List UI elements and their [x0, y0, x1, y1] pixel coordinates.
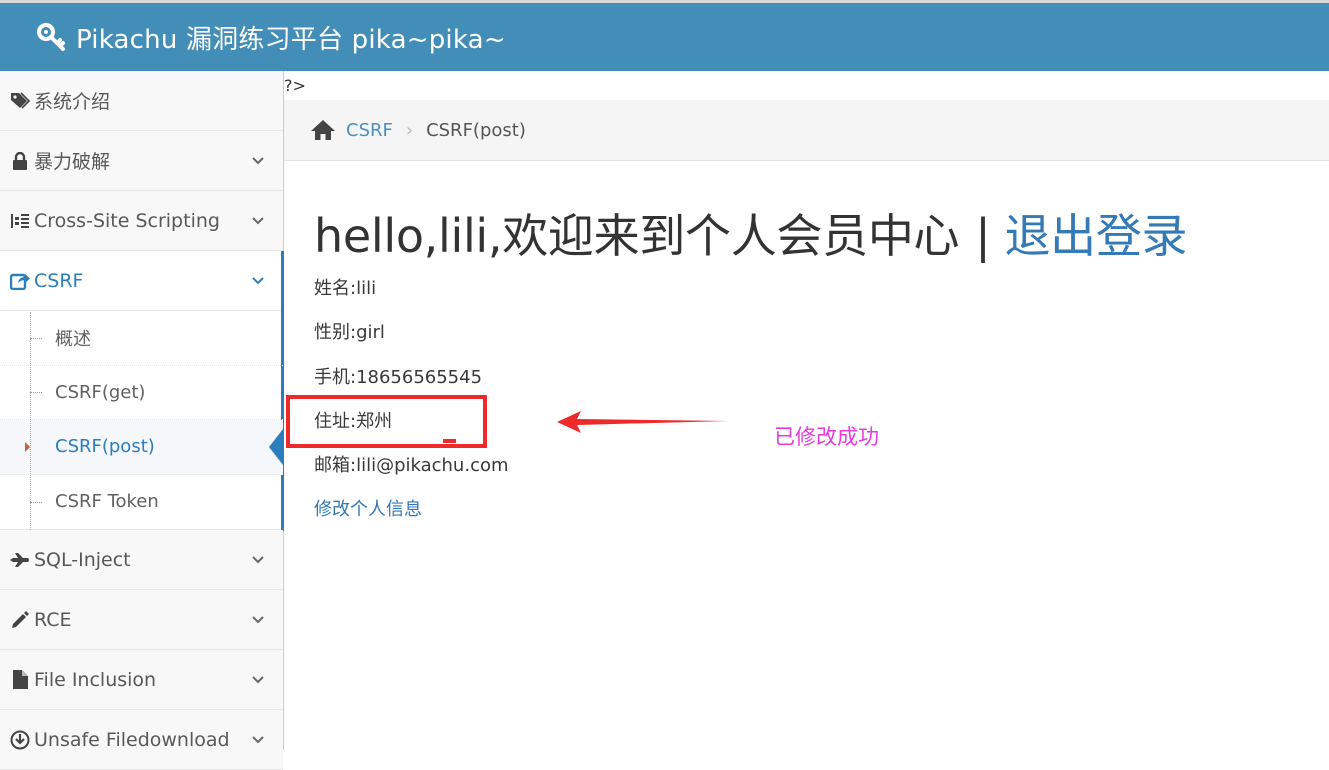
- edit-profile-link[interactable]: 修改个人信息: [314, 495, 422, 521]
- chevron-down-icon: [252, 615, 264, 623]
- php-tag-text: ?>: [284, 76, 306, 95]
- sidebar-item-label: 暴力破解: [34, 151, 111, 173]
- sidebar-item-label: Unsafe Filedownload: [34, 728, 230, 751]
- sidebar-item-label: CSRF: [34, 269, 84, 292]
- breadcrumb-link-csrf[interactable]: CSRF: [346, 120, 393, 141]
- active-pointer: [269, 428, 283, 465]
- submenu-item-csrf-post[interactable]: CSRF(post): [0, 420, 283, 475]
- sidebar-item-label: SQL-Inject: [34, 548, 131, 571]
- breadcrumb: CSRF › CSRF(post): [284, 100, 1329, 161]
- breadcrumb-current: CSRF(post): [426, 119, 526, 141]
- sidebar-item-csrf[interactable]: CSRF: [0, 251, 284, 531]
- highlight-box: [286, 395, 487, 448]
- sidebar: 系统介绍 暴力破解 Cross-Site Scripting CSRF 概述 C…: [0, 71, 284, 770]
- breadcrumb-separator-icon: ›: [405, 119, 414, 141]
- sidebar-item-sqli[interactable]: SQL-Inject: [0, 530, 283, 590]
- profile-email: 邮箱:lili@pikachu.com: [314, 455, 509, 476]
- download-icon: [9, 729, 31, 751]
- logout-link[interactable]: 退出登录: [1004, 209, 1187, 263]
- submenu-item-label: CSRF(post): [55, 436, 155, 458]
- lock-icon: [9, 150, 31, 172]
- brand-title[interactable]: Pikachu 漏洞练习平台 pika~pika~: [76, 19, 506, 56]
- submenu-tree-line: [30, 312, 31, 530]
- file-icon: [9, 669, 31, 691]
- chevron-down-icon: [252, 216, 264, 224]
- submenu-item-csrf-get[interactable]: CSRF(get): [0, 366, 283, 420]
- sidebar-item-label: RCE: [34, 608, 72, 631]
- sidebar-item-unsafe-download[interactable]: Unsafe Filedownload: [0, 710, 283, 770]
- home-icon[interactable]: [310, 119, 336, 141]
- key-icon: [36, 22, 66, 52]
- submenu-item-overview[interactable]: 概述: [0, 311, 283, 366]
- annotation-text: 已修改成功: [774, 425, 879, 449]
- share-icon: [9, 270, 31, 292]
- red-arrow-icon: [557, 411, 728, 433]
- top-navbar: Pikachu 漏洞练习平台 pika~pika~: [0, 0, 1329, 71]
- csrf-submenu: 概述 CSRF(get) CSRF(post) CSRF Token: [0, 311, 283, 530]
- highlight-mark: [443, 439, 456, 443]
- chevron-down-icon: [252, 675, 264, 683]
- sidebar-item-label: File Inclusion: [34, 668, 157, 691]
- chevron-down-icon: [252, 735, 264, 743]
- submenu-item-label: 概述: [55, 328, 91, 350]
- chevron-down-icon: [252, 555, 264, 563]
- submenu-item-csrf-token[interactable]: CSRF Token: [0, 475, 283, 530]
- list-indent-icon: [9, 210, 31, 232]
- profile-phone: 手机:18656565545: [314, 367, 483, 388]
- welcome-heading: hello,lili,欢迎来到个人会员中心 | 退出登录: [314, 200, 1188, 266]
- submenu-item-label: CSRF Token: [55, 491, 159, 513]
- pencil-icon: [9, 609, 31, 631]
- sidebar-item-label: 系统介绍: [34, 91, 111, 113]
- sidebar-item-xss[interactable]: Cross-Site Scripting: [0, 191, 283, 251]
- sidebar-item-label: Cross-Site Scripting: [34, 209, 220, 232]
- welcome-text: hello,lili,欢迎来到个人会员中心: [314, 209, 960, 263]
- sidebar-item-bruteforce[interactable]: 暴力破解: [0, 131, 283, 191]
- profile-name: 姓名:lili: [314, 278, 377, 299]
- sidebar-item-file-inclusion[interactable]: File Inclusion: [0, 650, 283, 710]
- chevron-down-icon: [252, 276, 264, 284]
- tags-icon: [9, 90, 31, 112]
- sidebar-item-rce[interactable]: RCE: [0, 590, 283, 650]
- plane-icon: [9, 549, 31, 571]
- sidebar-item-intro[interactable]: 系统介绍: [0, 71, 283, 131]
- heading-divider: |: [975, 209, 991, 263]
- submenu-item-label: CSRF(get): [55, 381, 146, 403]
- chevron-down-icon: [252, 156, 264, 164]
- profile-gender: 性别:girl: [314, 322, 385, 343]
